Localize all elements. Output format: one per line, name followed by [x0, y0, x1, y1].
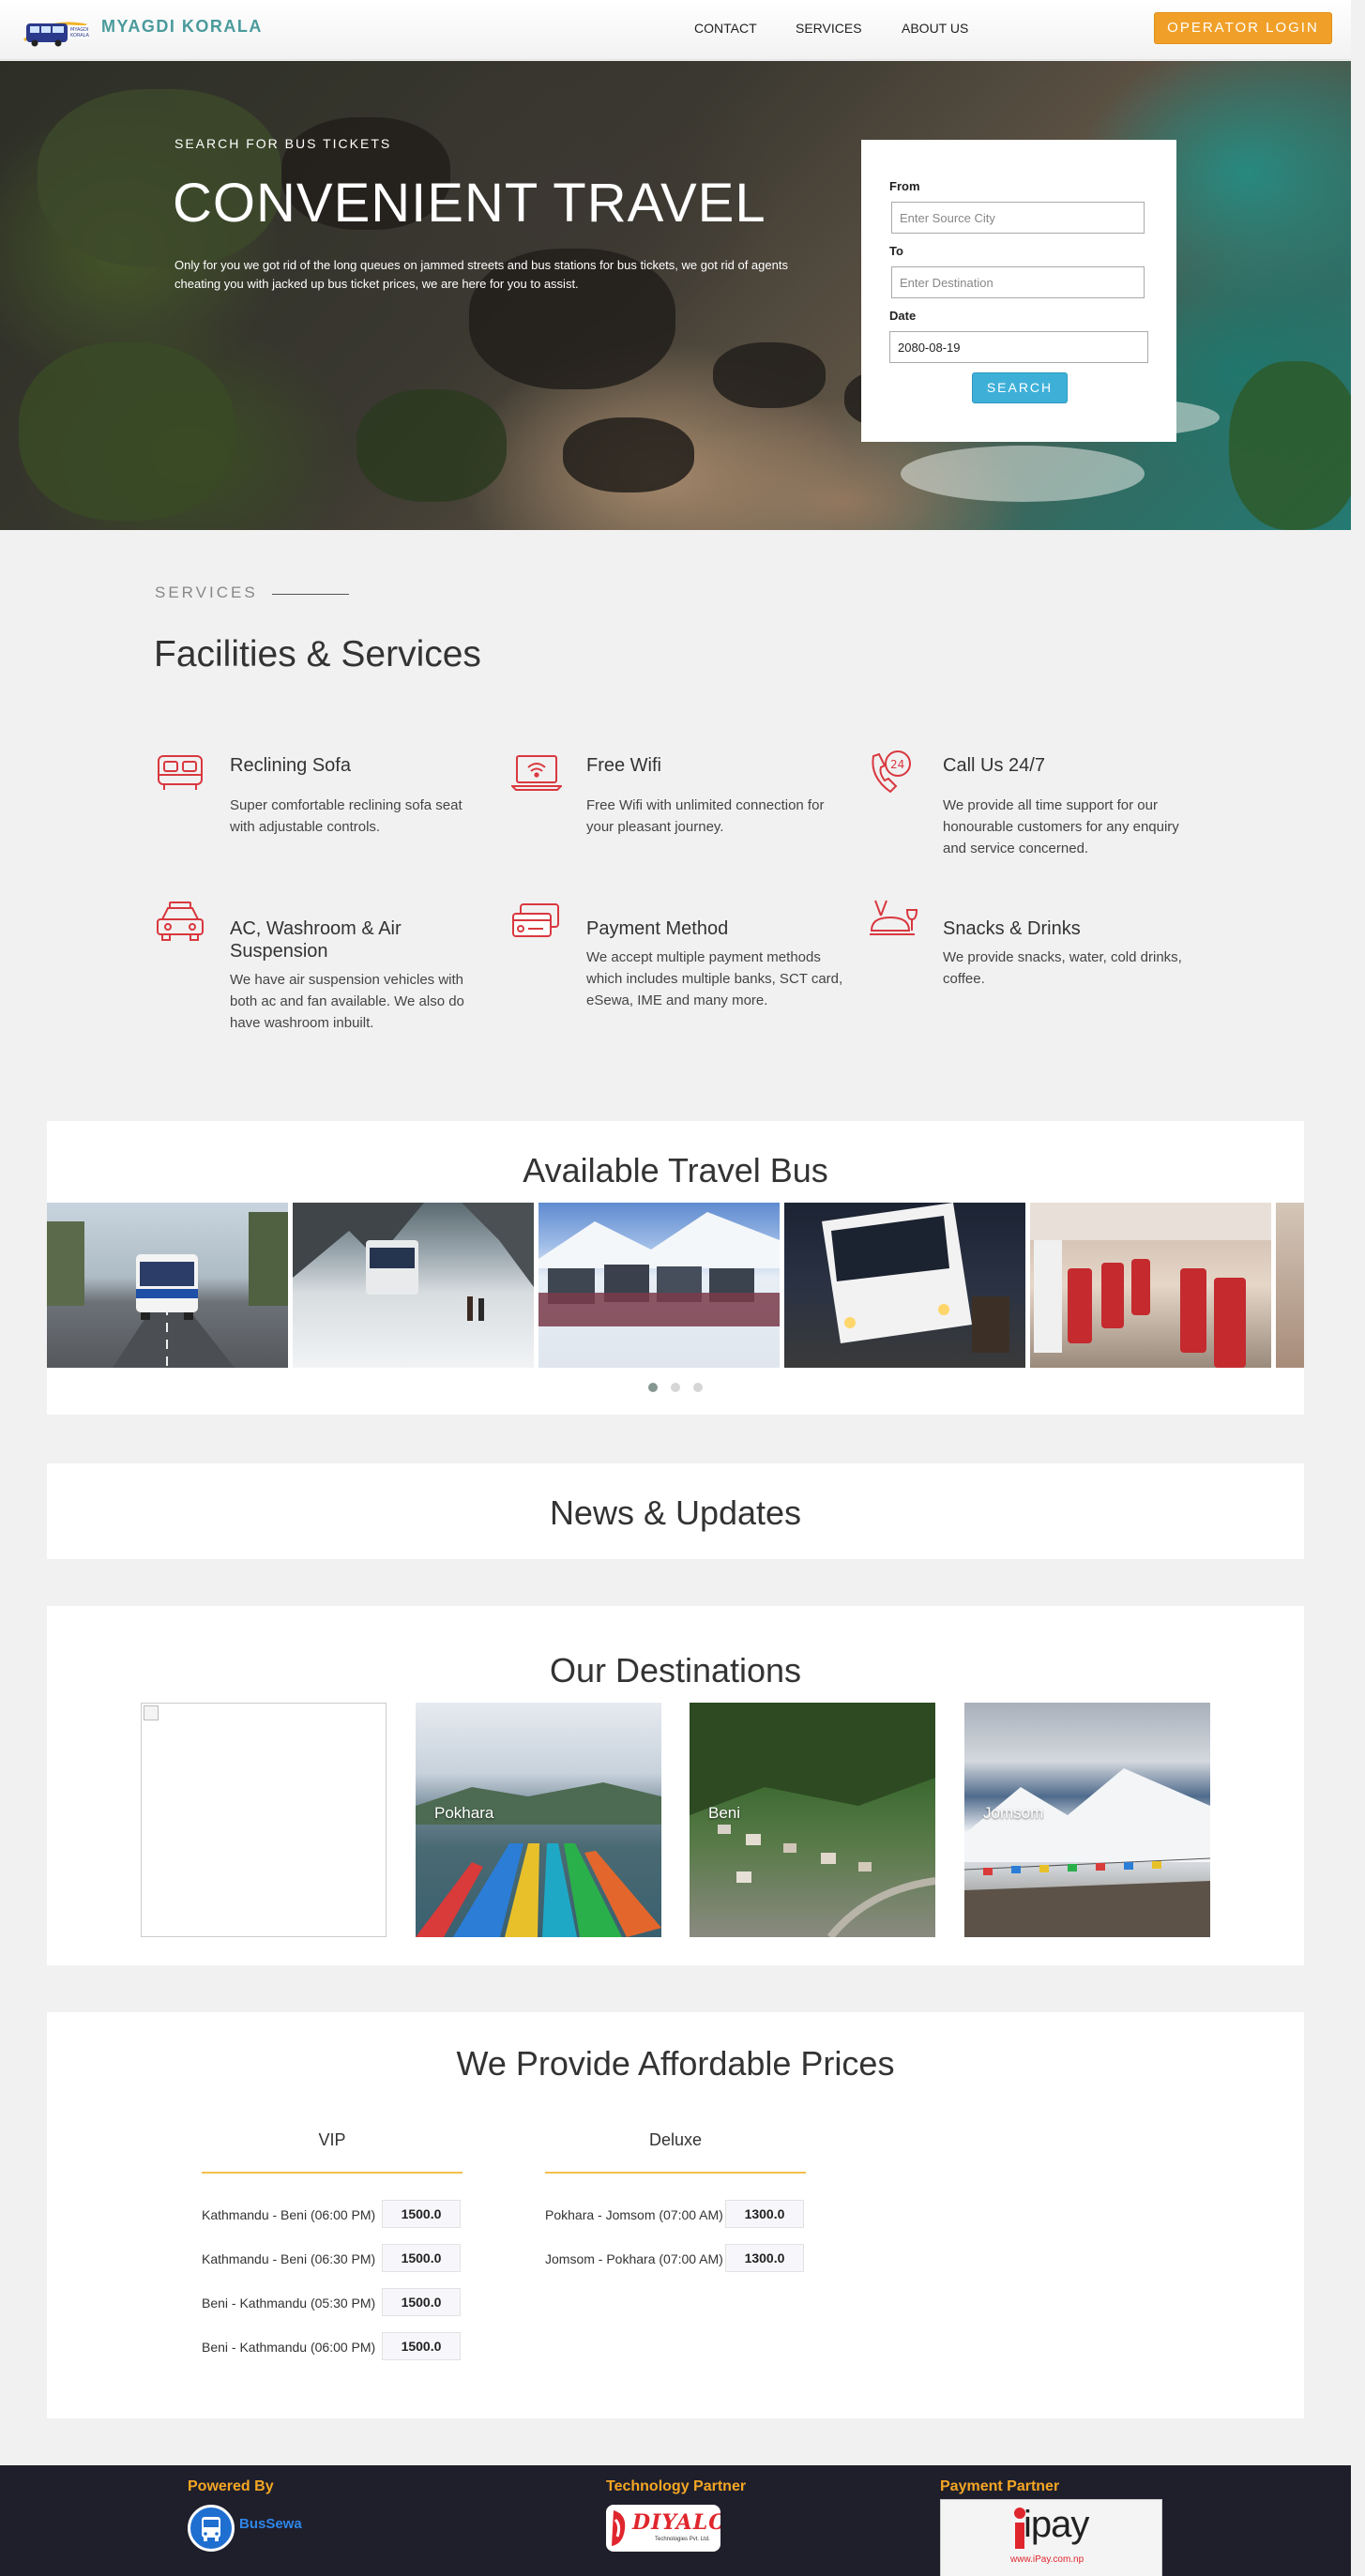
price-value: 1500.0: [382, 2288, 461, 2316]
carousel-dot-2[interactable]: [671, 1383, 680, 1392]
bus-photo-interior[interactable]: [1030, 1203, 1271, 1368]
ipay-logo[interactable]: ipay www.iPay.com.np: [940, 2499, 1162, 2576]
destination-label: Pokhara: [434, 1804, 494, 1822]
price-route: Jomsom - Pokhara (07:00 AM): [545, 2251, 723, 2266]
destinations-title: Our Destinations: [549, 1651, 802, 1690]
destination-card-beni[interactable]: Beni: [690, 1703, 935, 1937]
footer: Powered By BusSewa Technology Partner DI…: [0, 2465, 1351, 2576]
bus-photo-partial[interactable]: [1276, 1203, 1304, 1368]
sofa-icon: [155, 754, 205, 796]
food-tray-icon: [868, 899, 918, 940]
services-eyebrow: SERVICES: [155, 583, 258, 601]
credit-card-icon: [511, 902, 562, 944]
price-route: Kathmandu - Beni (06:00 PM): [202, 2207, 376, 2222]
service-name: Call Us 24/7: [943, 755, 1045, 776]
phone-24-icon: 24: [868, 749, 918, 794]
ipay-logo-text: ipay: [1024, 2504, 1089, 2545]
services-title: Facilities & Services: [154, 634, 481, 674]
bussewa-link[interactable]: BusSewa: [239, 2516, 302, 2532]
brand-name[interactable]: MYAGDI KORALA: [101, 17, 263, 37]
service-text: We provide all time support for our hono…: [943, 797, 1179, 856]
hero-description: Only for you we got rid of the long queu…: [174, 258, 788, 291]
nav-services-link[interactable]: SERVICES: [796, 21, 862, 36]
travel-bus-title: Available Travel Bus: [523, 1151, 828, 1190]
bus-photo-night[interactable]: [784, 1203, 1025, 1368]
to-label: To: [889, 244, 903, 258]
diyalo-logo-text: DIYALO: [632, 2510, 720, 2535]
vip-heading: VIP: [318, 2130, 346, 2149]
date-label: Date: [889, 309, 917, 323]
date-input[interactable]: [889, 331, 1148, 363]
nav-contact-link[interactable]: CONTACT: [694, 21, 757, 36]
deluxe-underline: [545, 2172, 806, 2174]
price-route: Beni - Kathmandu (06:00 PM): [202, 2340, 376, 2355]
diyalo-logo[interactable]: DIYALO Technologies Pvt. Ltd.: [606, 2505, 720, 2552]
powered-by-heading: Powered By: [188, 2478, 274, 2494]
ipay-url: www.iPay.com.np: [1010, 2554, 1084, 2565]
svg-text:24: 24: [890, 758, 904, 771]
vip-underline: [202, 2172, 463, 2174]
deluxe-heading: Deluxe: [648, 2130, 703, 2149]
page-scrollbar[interactable]: [1351, 0, 1365, 2576]
payment-partner-heading: Payment Partner: [940, 2478, 1060, 2494]
carousel-dot-1[interactable]: [648, 1383, 658, 1392]
bus-search-form: From To Date SEARCH: [861, 140, 1176, 442]
nav-about-link[interactable]: ABOUT US: [902, 21, 968, 36]
top-navbar: MYAGDI KORALA MYAGDI KORALA CONTACT SERV…: [0, 0, 1351, 60]
service-text: Super comfortable reclining sofa seat wi…: [230, 797, 463, 835]
bus-photo-city-road[interactable]: [47, 1203, 288, 1368]
svg-text:KORALA: KORALA: [70, 33, 90, 38]
brand-logo[interactable]: MYAGDI KORALA: [21, 12, 90, 50]
news-title: News & Updates: [549, 1493, 802, 1532]
carousel-dot-3[interactable]: [693, 1383, 703, 1392]
hero-banner: SEARCH FOR BUS TICKETS CONVENIENT TRAVEL…: [0, 61, 1351, 530]
broken-image-icon: [144, 1705, 159, 1720]
price-value: 1300.0: [725, 2200, 804, 2228]
car-icon: [155, 901, 205, 942]
price-route: Beni - Kathmandu (05:30 PM): [202, 2296, 376, 2311]
service-text: We accept multiple payment methods which…: [586, 949, 843, 1008]
service-text: We provide snacks, water, cold drinks, c…: [943, 949, 1182, 987]
news-section: News & Updates: [47, 1463, 1304, 1559]
destination-card-jomsom[interactable]: Jomsom: [964, 1703, 1210, 1937]
hero-title: CONVENIENT TRAVEL: [173, 173, 766, 234]
service-name: AC, Washroom & Air Suspension: [230, 918, 402, 962]
bus-photo-snow-road[interactable]: [293, 1203, 534, 1368]
price-value: 1500.0: [382, 2200, 461, 2228]
service-text: We have air suspension vehicles with bot…: [230, 972, 464, 1031]
operator-login-button[interactable]: OPERATOR LOGIN: [1154, 12, 1332, 44]
destination-label: Jomsom: [983, 1804, 1044, 1822]
service-name: Reclining Sofa: [230, 755, 351, 776]
destination-card-pokhara[interactable]: Pokhara: [416, 1703, 661, 1937]
service-name: Payment Method: [586, 918, 729, 939]
to-city-input[interactable]: [891, 266, 1145, 298]
tech-partner-heading: Technology Partner: [606, 2478, 747, 2494]
bus-icon[interactable]: [188, 2505, 235, 2552]
service-text: Free Wifi with unlimited connection for …: [586, 797, 825, 835]
bus-photo-group-snow[interactable]: [538, 1203, 780, 1368]
diyalo-subtitle: Technologies Pvt. Ltd.: [655, 2537, 710, 2542]
price-route: Pokhara - Jomsom (07:00 AM): [545, 2207, 723, 2222]
price-value: 1500.0: [382, 2332, 461, 2360]
services-divider: [272, 594, 349, 595]
laptop-wifi-icon: [509, 754, 564, 796]
service-name: Free Wifi: [586, 755, 661, 776]
prices-title: We Provide Affordable Prices: [456, 2044, 895, 2083]
price-value: 1500.0: [382, 2244, 461, 2272]
from-city-input[interactable]: [891, 202, 1145, 234]
destination-card-broken[interactable]: [141, 1703, 387, 1937]
price-value: 1300.0: [725, 2244, 804, 2272]
destination-label: Beni: [708, 1804, 741, 1822]
from-label: From: [889, 179, 920, 193]
hero-eyebrow: SEARCH FOR BUS TICKETS: [174, 136, 392, 151]
search-button[interactable]: SEARCH: [972, 372, 1068, 403]
price-route: Kathmandu - Beni (06:30 PM): [202, 2251, 376, 2266]
service-name: Snacks & Drinks: [943, 918, 1081, 939]
